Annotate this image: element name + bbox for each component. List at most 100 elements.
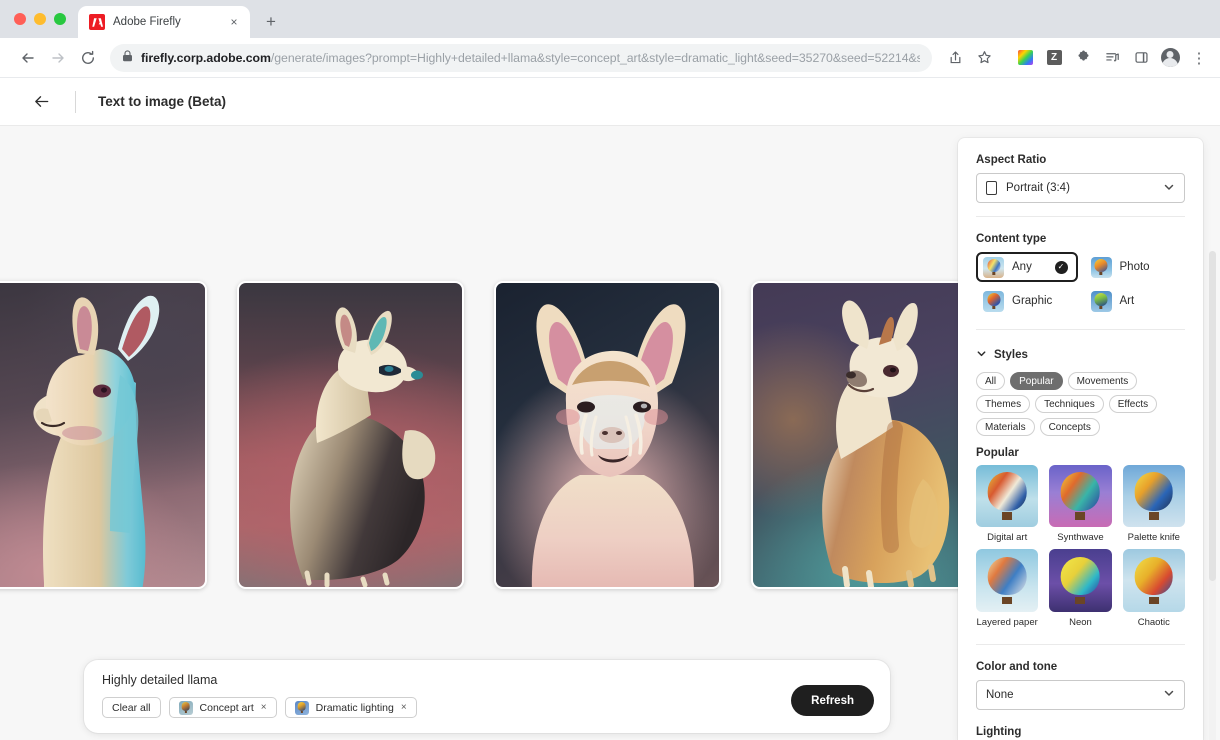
- chevron-down-icon: [976, 346, 987, 364]
- tab-strip: Adobe Firefly × +: [0, 0, 1220, 38]
- color-and-tone-section: Color and tone None: [976, 661, 1185, 710]
- style-item-digital-art[interactable]: Digital art: [976, 465, 1039, 543]
- window-maximize-button[interactable]: [54, 13, 66, 25]
- style-item-palette-knife[interactable]: Palette knife: [1122, 465, 1185, 543]
- extension-zotero-icon[interactable]: Z: [1041, 45, 1067, 71]
- reload-icon[interactable]: [74, 44, 102, 72]
- content-type-option-photo[interactable]: Photo: [1084, 252, 1186, 282]
- browser-tab-adobe-firefly[interactable]: Adobe Firefly ×: [78, 6, 250, 38]
- content-type-grid: Any ✓ Photo Graphic Art: [976, 252, 1185, 316]
- style-item-neon[interactable]: Neon: [1049, 549, 1112, 628]
- style-filter-themes[interactable]: Themes: [976, 395, 1031, 413]
- reading-list-icon[interactable]: [1099, 45, 1125, 71]
- style-item-label: Neon: [1069, 616, 1092, 628]
- aspect-ratio-select[interactable]: Portrait (3:4): [976, 173, 1185, 203]
- synthwave-thumb: [1049, 465, 1112, 528]
- url-host: firefly.corp.adobe.com: [141, 50, 271, 65]
- url-text: firefly.corp.adobe.com/generate/images?p…: [141, 51, 920, 65]
- page-title: Text to image (Beta): [98, 94, 227, 109]
- side-panel-icon[interactable]: [1128, 45, 1154, 71]
- style-item-synthwave[interactable]: Synthwave: [1049, 465, 1112, 544]
- palette-knife-thumb: [1122, 465, 1185, 528]
- bookmark-star-icon[interactable]: [971, 45, 997, 71]
- remove-icon[interactable]: ×: [401, 702, 407, 713]
- clear-all-button[interactable]: Clear all: [102, 697, 161, 718]
- result-card-3[interactable]: [494, 280, 721, 589]
- tab-title: Adobe Firefly: [113, 16, 181, 28]
- style-filter-movements[interactable]: Movements: [1067, 372, 1138, 390]
- digital-art-thumb: [976, 465, 1039, 528]
- lighting-section: Lighting Dramatic lighting: [976, 726, 1185, 740]
- prompt-input[interactable]: Highly detailed llama: [102, 673, 791, 687]
- style-item-layered-paper[interactable]: Layered paper: [976, 549, 1039, 628]
- style-grid: Digital art Synthwave Palette knife Laye…: [976, 465, 1185, 628]
- style-filter-techniques[interactable]: Techniques: [1035, 395, 1104, 413]
- style-filter-all[interactable]: All: [976, 372, 1006, 390]
- content-type-option-label: Art: [1119, 295, 1135, 307]
- share-icon[interactable]: [942, 45, 968, 71]
- neon-thumb: [1049, 549, 1112, 612]
- window-controls: [10, 0, 78, 38]
- style-item-chaotic[interactable]: Chaotic: [1122, 549, 1185, 628]
- result-card-2[interactable]: [237, 280, 464, 589]
- section-divider: [976, 329, 1185, 330]
- extension-color-icon[interactable]: [1012, 45, 1038, 71]
- app-header: Text to image (Beta): [0, 78, 1220, 126]
- address-bar[interactable]: firefly.corp.adobe.com/generate/images?p…: [110, 43, 932, 72]
- section-divider: [976, 216, 1185, 217]
- back-navigation-icon[interactable]: [14, 44, 42, 72]
- refresh-button[interactable]: Refresh: [791, 685, 874, 716]
- result-card-4[interactable]: [751, 280, 978, 589]
- color-and-tone-select[interactable]: None: [976, 679, 1185, 710]
- results-grid: [0, 126, 978, 740]
- prompt-chip-label: Concept art: [199, 701, 254, 714]
- window-close-button[interactable]: [14, 13, 26, 25]
- style-item-label: Chaotic: [1137, 616, 1170, 628]
- new-tab-button[interactable]: +: [257, 7, 285, 35]
- content-type-option-graphic[interactable]: Graphic: [976, 286, 1078, 316]
- llama-image-4: [753, 282, 976, 587]
- prompt-chip-dramatic-lighting[interactable]: Dramatic lighting ×: [284, 697, 417, 718]
- chrome-menu-icon[interactable]: ⋮: [1186, 45, 1212, 71]
- panel-scrollbar-thumb[interactable]: [1209, 251, 1216, 581]
- style-filter-popular[interactable]: Popular: [1010, 372, 1063, 390]
- window-minimize-button[interactable]: [34, 13, 46, 25]
- styles-label: Styles: [994, 349, 1028, 361]
- style-filter-concepts[interactable]: Concepts: [1039, 418, 1100, 436]
- close-icon[interactable]: ×: [226, 14, 242, 30]
- prompt-chip-concept-art[interactable]: Concept art ×: [168, 697, 277, 718]
- styles-group-title: Popular: [976, 447, 1019, 459]
- prompt-chips: Clear all Concept art × Dramatic lightin…: [102, 697, 791, 718]
- style-filter-chips: All Popular Movements Themes Techniques …: [976, 372, 1185, 436]
- header-divider: [75, 90, 76, 113]
- llama-image-2: [239, 282, 462, 587]
- extensions-puzzle-icon[interactable]: [1070, 45, 1096, 71]
- adobe-firefly-icon: [89, 14, 105, 30]
- options-panel: Aspect Ratio Portrait (3:4) Content type…: [958, 138, 1203, 740]
- llama-image-1: [0, 282, 205, 587]
- chaotic-thumb: [1122, 549, 1185, 612]
- aspect-ratio-value: Portrait (3:4): [1006, 182, 1070, 194]
- content-type-option-label: Any: [1012, 261, 1032, 273]
- style-filter-effects[interactable]: Effects: [1108, 395, 1158, 413]
- content-type-option-any[interactable]: Any ✓: [976, 252, 1078, 282]
- section-divider: [976, 643, 1185, 645]
- panel-scrollbar[interactable]: [1209, 251, 1216, 740]
- style-item-label: Synthwave: [1057, 532, 1104, 544]
- chevron-down-icon: [1163, 687, 1175, 702]
- layered-paper-thumb: [976, 549, 1039, 612]
- aspect-ratio-section: Aspect Ratio Portrait (3:4): [976, 154, 1185, 217]
- back-button[interactable]: [28, 89, 54, 115]
- content-type-option-art[interactable]: Art: [1084, 286, 1186, 316]
- check-icon: ✓: [1054, 260, 1068, 274]
- lock-icon: [122, 49, 133, 67]
- profile-avatar[interactable]: [1157, 45, 1183, 71]
- color-and-tone-label: Color and tone: [976, 660, 1058, 673]
- result-card-1[interactable]: [0, 280, 207, 589]
- style-filter-materials[interactable]: Materials: [976, 418, 1035, 436]
- clear-all-label: Clear all: [112, 701, 151, 714]
- toolbar-actions: Z ⋮: [942, 45, 1212, 71]
- url-path: /generate/images?prompt=Highly+detailed+…: [270, 50, 920, 65]
- remove-icon[interactable]: ×: [261, 702, 267, 713]
- styles-header[interactable]: Styles: [976, 346, 1185, 364]
